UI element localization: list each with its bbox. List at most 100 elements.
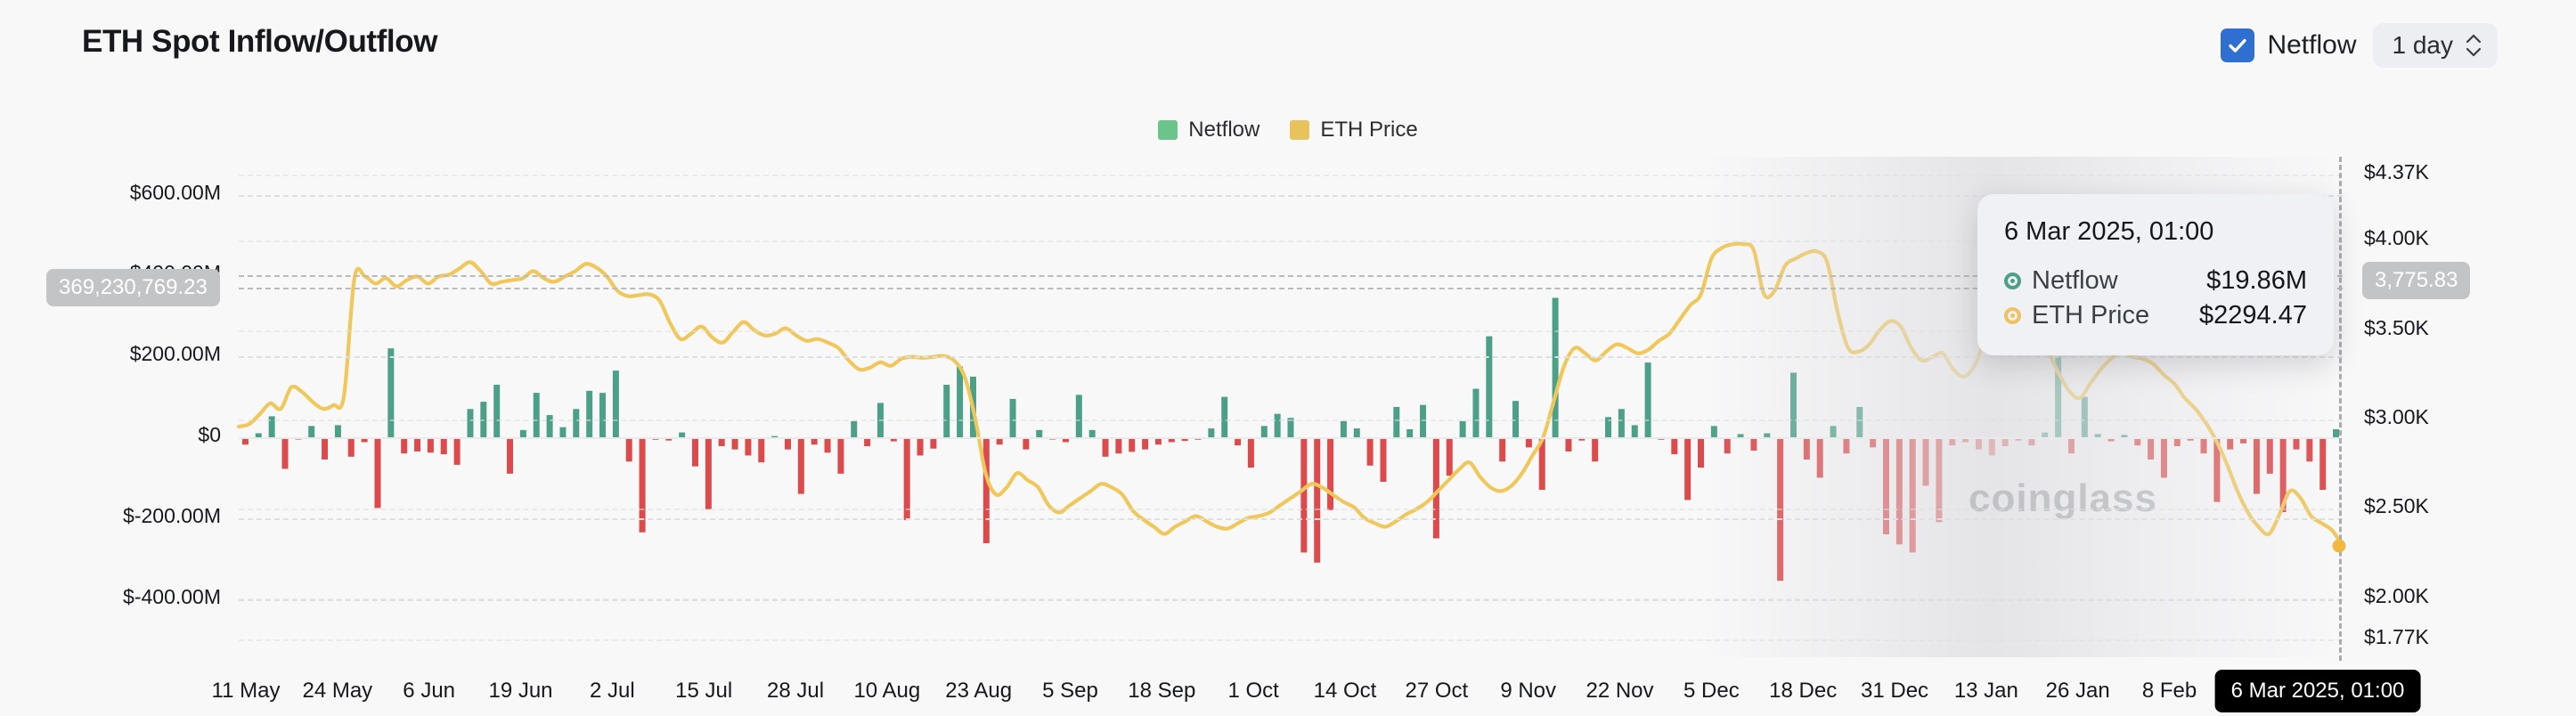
netflow-bar[interactable] xyxy=(281,437,289,469)
netflow-bar[interactable] xyxy=(1208,428,1215,438)
netflow-bar[interactable] xyxy=(1922,437,1929,486)
netflow-bar[interactable] xyxy=(1830,426,1837,438)
netflow-bar[interactable] xyxy=(1975,437,1982,450)
netflow-bar[interactable] xyxy=(851,420,858,438)
netflow-bar[interactable] xyxy=(1393,407,1400,438)
netflow-bar[interactable] xyxy=(625,437,632,462)
netflow-bar[interactable] xyxy=(612,370,619,438)
netflow-bar[interactable] xyxy=(1432,437,1439,539)
chart-plot-area[interactable]: coinglass $600.00M$400.00M$200.00M$0$-20… xyxy=(46,157,2471,712)
netflow-bar[interactable] xyxy=(374,437,381,509)
netflow-bar[interactable] xyxy=(903,437,910,521)
netflow-bar[interactable] xyxy=(1592,437,1599,462)
netflow-bar[interactable] xyxy=(1340,420,1347,438)
netflow-bar[interactable] xyxy=(1618,409,1625,438)
netflow-bar[interactable] xyxy=(387,348,395,438)
netflow-bar[interactable] xyxy=(2148,437,2155,460)
netflow-bar[interactable] xyxy=(2067,437,2075,454)
netflow-bar[interactable] xyxy=(1472,388,1480,438)
netflow-bar[interactable] xyxy=(1247,437,1254,468)
netflow-bar[interactable] xyxy=(1446,437,1453,476)
netflow-bar[interactable] xyxy=(2306,437,2313,462)
netflow-bar[interactable] xyxy=(1486,336,1493,438)
netflow-bar[interactable] xyxy=(1816,437,1823,478)
netflow-bar[interactable] xyxy=(1353,428,1360,438)
netflow-bar[interactable] xyxy=(785,437,791,450)
netflow-bar[interactable] xyxy=(758,437,765,463)
netflow-bar[interactable] xyxy=(1856,407,1863,438)
netflow-bar[interactable] xyxy=(2319,437,2327,491)
netflow-bar[interactable] xyxy=(1036,429,1043,438)
netflow-bar[interactable] xyxy=(1221,396,1228,438)
netflow-bar[interactable] xyxy=(1300,437,1308,553)
netflow-bar[interactable] xyxy=(493,385,501,438)
netflow-bar[interactable] xyxy=(322,437,329,460)
netflow-bar[interactable] xyxy=(467,409,474,438)
netflow-bar[interactable] xyxy=(1988,437,1995,456)
netflow-bar[interactable] xyxy=(573,409,580,438)
stepper-icon[interactable] xyxy=(2466,34,2482,57)
netflow-bar[interactable] xyxy=(1102,437,1109,457)
netflow-bar[interactable] xyxy=(1129,437,1136,452)
netflow-bar[interactable] xyxy=(1366,437,1374,466)
netflow-bar[interactable] xyxy=(2200,437,2207,454)
netflow-bar[interactable] xyxy=(705,437,712,509)
interval-select[interactable]: 1 day xyxy=(2372,23,2498,68)
legend-item-netflow[interactable]: Netflow xyxy=(1158,118,1259,142)
netflow-bar[interactable] xyxy=(1698,437,1705,468)
netflow-bar[interactable] xyxy=(507,437,514,474)
netflow-series-toggle[interactable]: Netflow xyxy=(2221,28,2357,62)
netflow-bar[interactable] xyxy=(917,437,924,456)
netflow-bar[interactable] xyxy=(1631,425,1638,438)
netflow-bar[interactable] xyxy=(1790,372,1797,438)
netflow-bar[interactable] xyxy=(1075,395,1082,438)
netflow-bar[interactable] xyxy=(1710,426,1717,438)
netflow-bar[interactable] xyxy=(1895,437,1903,545)
netflow-bar[interactable] xyxy=(401,437,408,454)
netflow-bar[interactable] xyxy=(745,437,752,456)
netflow-bar[interactable] xyxy=(1088,429,1096,438)
netflow-bar[interactable] xyxy=(2293,437,2300,450)
netflow-bar[interactable] xyxy=(1142,437,1149,450)
netflow-bar[interactable] xyxy=(1260,426,1268,438)
netflow-bar[interactable] xyxy=(599,393,607,438)
netflow-bar[interactable] xyxy=(1644,362,1651,438)
netflow-bar[interactable] xyxy=(1023,437,1030,450)
netflow-bar[interactable] xyxy=(1565,437,1572,452)
netflow-bar[interactable] xyxy=(334,425,341,438)
netflow-bar[interactable] xyxy=(1552,297,1559,438)
netflow-bar[interactable] xyxy=(1803,437,1810,460)
netflow-bar[interactable] xyxy=(414,437,421,452)
netflow-bar[interactable] xyxy=(1009,398,1016,438)
netflow-bar[interactable] xyxy=(308,426,315,438)
netflow-bar[interactable] xyxy=(1750,437,1757,452)
netflow-bar[interactable] xyxy=(1499,437,1506,462)
netflow-bar[interactable] xyxy=(427,437,434,453)
netflow-bar[interactable] xyxy=(1406,428,1414,438)
netflow-bar[interactable] xyxy=(440,437,447,455)
netflow-bar[interactable] xyxy=(347,437,355,457)
netflow-bar[interactable] xyxy=(546,415,553,438)
netflow-bar[interactable] xyxy=(1380,437,1387,482)
netflow-bar[interactable] xyxy=(824,437,831,453)
netflow-bar[interactable] xyxy=(2081,396,2088,438)
netflow-bar[interactable] xyxy=(533,393,540,438)
netflow-bar[interactable] xyxy=(1724,437,1731,454)
netflow-bar[interactable] xyxy=(957,366,964,438)
netflow-bar[interactable] xyxy=(2160,437,2167,478)
netflow-bar[interactable] xyxy=(559,427,567,438)
netflow-bar[interactable] xyxy=(2266,437,2273,474)
netflow-bar[interactable] xyxy=(1684,437,1692,500)
netflow-bar[interactable] xyxy=(1459,420,1466,438)
netflow-bar[interactable] xyxy=(982,437,990,543)
netflow-bar[interactable] xyxy=(453,437,461,465)
netflow-bar[interactable] xyxy=(586,390,593,438)
netflow-checkbox[interactable] xyxy=(2221,28,2255,62)
netflow-bar[interactable] xyxy=(943,385,950,438)
netflow-bar[interactable] xyxy=(2227,437,2234,450)
netflow-bar[interactable] xyxy=(519,429,526,438)
netflow-bar[interactable] xyxy=(797,437,804,494)
netflow-bar[interactable] xyxy=(1115,437,1122,454)
netflow-bar[interactable] xyxy=(1327,437,1334,510)
netflow-bar[interactable] xyxy=(1274,413,1281,438)
